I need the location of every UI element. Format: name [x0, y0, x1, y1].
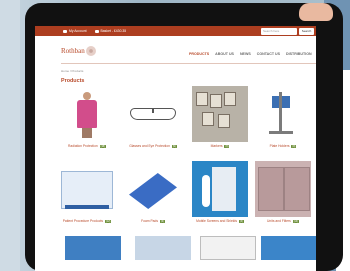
product-card[interactable]: Patient Procedure Products (12) — [59, 161, 115, 223]
product-image-units[interactable] — [255, 161, 311, 217]
product-image-markers[interactable] — [192, 86, 248, 142]
user-icon — [63, 29, 67, 33]
page-title: Products — [61, 78, 85, 84]
background-left — [0, 0, 20, 271]
product-image-apron[interactable] — [59, 86, 115, 142]
product-card[interactable]: Mobile Screens and Shields (3) — [192, 161, 248, 223]
product-title[interactable]: Units and Filters (13) — [255, 219, 311, 223]
product-image-partial[interactable] — [200, 236, 256, 260]
nav-news[interactable]: NEWS — [240, 52, 251, 56]
main-nav: PRODUCTS ABOUT US NEWS CONTACT US DISTRI… — [189, 52, 312, 56]
basket-icon — [94, 29, 99, 33]
product-title[interactable]: Markers (9) — [192, 144, 248, 148]
logo[interactable]: Rothban — [61, 46, 96, 56]
product-image-patient-box[interactable] — [59, 161, 115, 217]
nav-products[interactable]: PRODUCTS — [189, 52, 209, 56]
product-title[interactable]: Plate Holders (9) — [255, 144, 311, 148]
search-button[interactable]: Search — [299, 27, 314, 35]
top-bar: My Account Basket - £430.35 Search here … — [35, 26, 316, 36]
product-title[interactable]: Mobile Screens and Shields (3) — [192, 219, 248, 223]
count-badge: (3) — [238, 220, 244, 223]
basket-link[interactable]: Basket - £430.35 — [94, 29, 127, 33]
count-badge: (9) — [291, 145, 297, 148]
product-image-mobile-screen[interactable] — [192, 161, 248, 217]
tablet-screen: My Account Basket - £430.35 Search here … — [35, 26, 316, 271]
product-card[interactable]: Markers (9) — [192, 86, 248, 148]
product-title[interactable]: Patient Procedure Products (12) — [59, 219, 115, 223]
breadcrumb: Home / Products — [61, 69, 84, 73]
product-image-foam-pad[interactable] — [125, 161, 181, 217]
product-title[interactable]: Foam Pads (6) — [125, 219, 181, 223]
basket-label: Basket - £430.35 — [100, 29, 127, 33]
product-title[interactable]: Glasses and Eye Protection (9) — [125, 144, 181, 148]
product-card[interactable]: Plate Holders (9) — [255, 86, 311, 148]
product-card[interactable]: Foam Pads (6) — [125, 161, 181, 223]
product-image-plate-holder[interactable] — [255, 86, 311, 142]
nav-about-us[interactable]: ABOUT US — [215, 52, 234, 56]
my-account-link[interactable]: My Account — [63, 29, 87, 33]
count-badge: (9) — [224, 145, 230, 148]
my-account-label: My Account — [69, 29, 87, 33]
product-card[interactable]: Glasses and Eye Protection (9) — [125, 86, 181, 148]
hand-thumb — [299, 3, 333, 21]
nav-distribution[interactable]: DISTRIBUTION — [286, 52, 312, 56]
count-badge: (6) — [159, 220, 165, 223]
radiation-icon — [85, 46, 96, 56]
product-image-partial[interactable] — [135, 236, 191, 260]
count-badge: (12) — [104, 220, 112, 223]
header-divider — [61, 63, 316, 64]
count-badge: (9) — [171, 145, 177, 148]
count-badge: (48) — [99, 145, 106, 148]
product-image-partial[interactable] — [65, 236, 121, 260]
count-badge: (13) — [292, 220, 299, 223]
product-image-partial[interactable] — [261, 236, 316, 260]
search-input[interactable]: Search here — [261, 27, 297, 35]
nav-contact-us[interactable]: CONTACT US — [257, 52, 280, 56]
product-card[interactable]: Radiation Protection (48) — [59, 86, 115, 148]
product-title[interactable]: Radiation Protection (48) — [59, 144, 115, 148]
logo-text: Rothban — [61, 47, 85, 55]
product-image-glasses[interactable] — [125, 86, 181, 142]
product-card[interactable]: Units and Filters (13) — [255, 161, 311, 223]
